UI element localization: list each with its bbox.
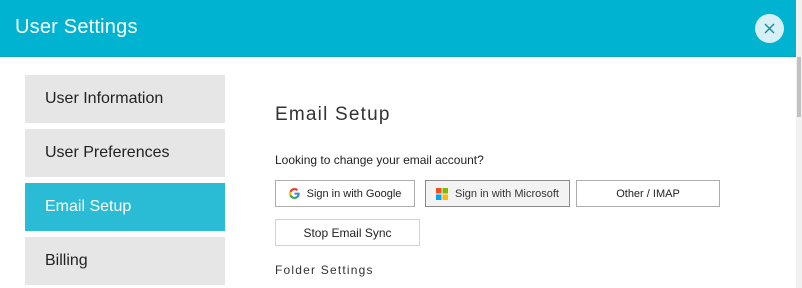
close-button[interactable] xyxy=(755,14,784,43)
dialog-title: User Settings xyxy=(15,16,138,38)
email-change-prompt: Looking to change your email account? xyxy=(275,153,484,167)
section-title: Email Setup xyxy=(275,104,391,125)
sign-in-google-button[interactable]: Sign in with Google xyxy=(275,180,415,207)
sidebar-item-label: User Preferences xyxy=(45,144,170,161)
sidebar-item-email-setup[interactable]: Email Setup xyxy=(25,183,225,231)
sidebar-item-user-preferences[interactable]: User Preferences xyxy=(25,129,225,177)
sidebar-item-label: Email Setup xyxy=(45,198,132,215)
other-imap-button[interactable]: Other / IMAP xyxy=(576,180,720,207)
sidebar-item-user-information[interactable]: User Information xyxy=(25,75,225,123)
sign-in-google-label: Sign in with Google xyxy=(306,187,402,200)
dialog-header: User Settings xyxy=(0,0,796,57)
sidebar-item-label: User Information xyxy=(45,90,164,107)
scrollbar-thumb[interactable] xyxy=(797,57,801,117)
sidebar-item-billing[interactable]: Billing xyxy=(25,237,225,285)
microsoft-icon xyxy=(436,187,449,200)
close-icon xyxy=(764,23,775,34)
sign-in-microsoft-button[interactable]: Sign in with Microsoft xyxy=(425,180,570,207)
stop-email-sync-label: Stop Email Sync xyxy=(303,225,392,240)
google-icon xyxy=(288,188,300,199)
sidebar-item-label: Billing xyxy=(45,252,88,269)
sign-in-microsoft-label: Sign in with Microsoft xyxy=(455,187,559,200)
folder-settings-title: Folder Settings xyxy=(275,263,374,277)
other-imap-label: Other / IMAP xyxy=(616,187,680,200)
scrollbar[interactable] xyxy=(796,0,802,288)
stop-email-sync-button[interactable]: Stop Email Sync xyxy=(275,219,420,246)
